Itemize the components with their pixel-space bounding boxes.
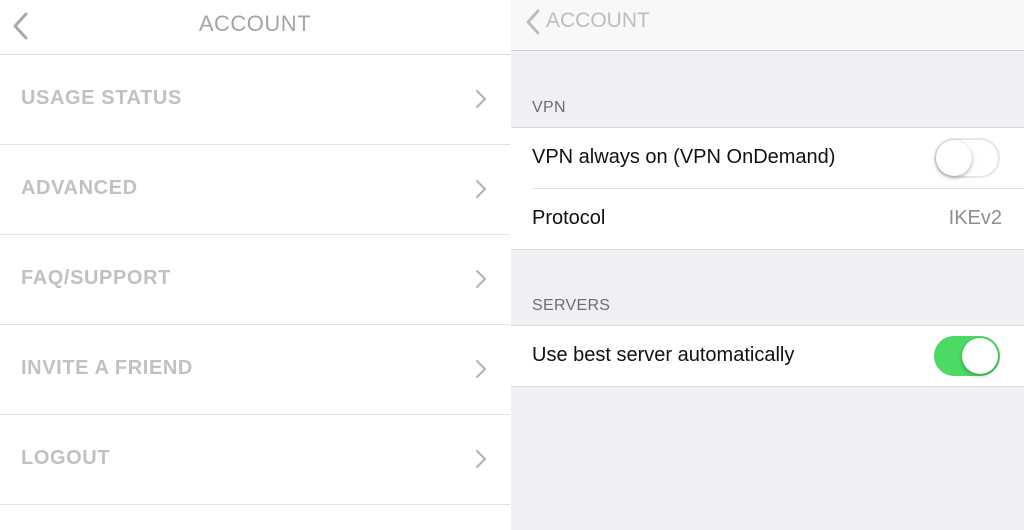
advanced-settings-screen: ACCOUNT VPN VPN always on (VPN OnDemand)… [511,0,1024,530]
account-menu-screen: ACCOUNT USAGE STATUS ADVANCED FAQ/SUPPOR… [0,0,510,530]
menu-item-advanced[interactable]: ADVANCED [0,145,510,235]
menu-item-label: INVITE A FRIEND [21,357,193,379]
servers-settings-group: Use best server automatically [511,325,1024,387]
menu-item-faq-support[interactable]: FAQ/SUPPORT [0,235,510,325]
menu-item-usage-status[interactable]: USAGE STATUS [0,55,510,145]
page-title: ACCOUNT [198,11,312,36]
chevron-right-icon [476,360,486,378]
navigation-bar: ACCOUNT [0,0,510,55]
chevron-right-icon [476,90,486,108]
vpn-always-on-toggle[interactable] [934,138,1000,178]
vpn-always-on-row: VPN always on (VPN OnDemand) [511,128,1024,188]
chevron-right-icon [476,450,486,468]
menu-item-label: ADVANCED [21,177,138,199]
protocol-row[interactable]: Protocol IKEv2 [511,189,1024,249]
menu-item-label: FAQ/SUPPORT [21,267,171,289]
best-server-row: Use best server automatically [511,326,1024,386]
chevron-right-icon [476,270,486,288]
back-button-label[interactable]: ACCOUNT [546,9,650,33]
section-header-vpn: VPN [532,99,566,116]
menu-item-label: USAGE STATUS [21,87,182,109]
menu-item-logout[interactable]: LOGOUT [0,415,510,505]
section-header-servers: SERVERS [532,297,611,314]
best-server-label: Use best server automatically [532,344,795,366]
chevron-left-icon [526,9,540,35]
vpn-always-on-label: VPN always on (VPN OnDemand) [532,146,836,168]
toggle-knob [962,338,998,374]
best-server-toggle[interactable] [934,336,1000,376]
menu-item-label: LOGOUT [21,447,111,469]
back-button[interactable] [524,8,542,36]
protocol-value: IKEv2 [948,207,1002,229]
vpn-settings-group: VPN always on (VPN OnDemand) Protocol IK… [511,127,1024,250]
protocol-label: Protocol [532,207,606,229]
navigation-bar: ACCOUNT [511,0,1024,51]
menu-item-invite-a-friend[interactable]: INVITE A FRIEND [0,325,510,415]
toggle-knob [936,140,972,176]
chevron-right-icon [476,180,486,198]
